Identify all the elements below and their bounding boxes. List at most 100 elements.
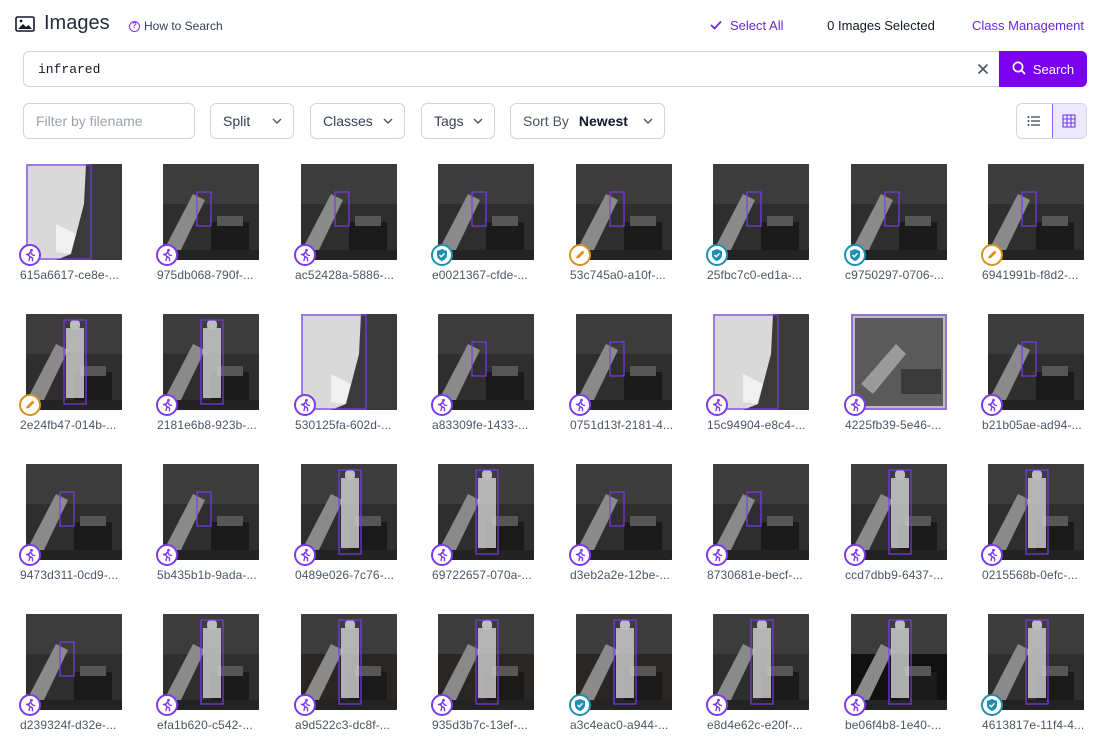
- running-person-icon: [431, 394, 453, 416]
- image-thumbnail[interactable]: [438, 314, 534, 410]
- image-thumbnail[interactable]: [576, 464, 672, 560]
- image-card[interactable]: ccd7dbb9-6437-...: [844, 450, 964, 590]
- pencil-icon: [981, 244, 1003, 266]
- list-view-button[interactable]: [1017, 104, 1052, 138]
- image-thumbnail[interactable]: [301, 464, 397, 560]
- image-card[interactable]: e8d4e62c-e20f-...: [706, 600, 826, 740]
- image-thumbnail[interactable]: [713, 314, 809, 410]
- image-card[interactable]: a9d522c3-dc8f-...: [294, 600, 414, 740]
- search-box: [23, 51, 1000, 87]
- image-thumbnail[interactable]: [988, 164, 1084, 260]
- image-card[interactable]: 15c94904-e8c4-...: [706, 300, 826, 440]
- image-thumbnail[interactable]: [26, 164, 122, 260]
- image-card[interactable]: 4613817e-11f4-4...: [981, 600, 1101, 740]
- split-dropdown[interactable]: Split: [210, 103, 294, 139]
- image-card[interactable]: d3eb2a2e-12be-...: [569, 450, 689, 590]
- image-thumbnail[interactable]: [301, 314, 397, 410]
- chevron-down-icon: [383, 118, 393, 124]
- grid-view-button[interactable]: [1051, 104, 1086, 138]
- image-thumbnail[interactable]: [713, 464, 809, 560]
- image-thumbnail[interactable]: [988, 614, 1084, 710]
- search-input[interactable]: [24, 52, 966, 86]
- image-card[interactable]: d239324f-d32e-...: [19, 600, 139, 740]
- image-filename: 975db068-790f-...: [157, 268, 254, 282]
- image-card[interactable]: 5b435b1b-9ada-...: [156, 450, 276, 590]
- image-thumbnail[interactable]: [163, 614, 259, 710]
- image-thumbnail[interactable]: [438, 614, 534, 710]
- image-card[interactable]: b21b05ae-ad94-...: [981, 300, 1101, 440]
- image-thumbnail[interactable]: [988, 464, 1084, 560]
- image-filename: 53c745a0-a10f-...: [570, 268, 666, 282]
- image-card[interactable]: 2e24fb47-014b-...: [19, 300, 139, 440]
- how-to-search-label: How to Search: [144, 19, 223, 33]
- search-button[interactable]: Search: [999, 51, 1087, 87]
- sort-dropdown[interactable]: Sort By Newest: [510, 103, 665, 139]
- image-thumbnail[interactable]: [576, 314, 672, 410]
- image-card[interactable]: ac52428a-5886-...: [294, 150, 414, 290]
- image-thumbnail[interactable]: [851, 614, 947, 710]
- image-card[interactable]: 69722657-070a-...: [431, 450, 551, 590]
- image-thumbnail[interactable]: [713, 164, 809, 260]
- shield-check-icon: [706, 244, 728, 266]
- image-card[interactable]: 2181e6b8-923b-...: [156, 300, 276, 440]
- image-thumbnail[interactable]: [26, 314, 122, 410]
- tags-label: Tags: [434, 113, 464, 129]
- image-card[interactable]: 53c745a0-a10f-...: [569, 150, 689, 290]
- image-thumbnail[interactable]: [988, 314, 1084, 410]
- image-thumbnail[interactable]: [26, 464, 122, 560]
- image-card[interactable]: 615a6617-ce8e-...: [19, 150, 139, 290]
- image-card[interactable]: efa1b620-c542-...: [156, 600, 276, 740]
- image-thumbnail[interactable]: [576, 164, 672, 260]
- image-filename: b21b05ae-ad94-...: [982, 418, 1082, 432]
- filename-filter-input[interactable]: [24, 104, 194, 138]
- image-card[interactable]: be06f4b8-1e40-...: [844, 600, 964, 740]
- image-card[interactable]: 8730681e-becf-...: [706, 450, 826, 590]
- image-card[interactable]: 935d3b7c-13ef-...: [431, 600, 551, 740]
- select-all-button[interactable]: Select All: [710, 18, 783, 33]
- image-thumbnail[interactable]: [438, 464, 534, 560]
- shield-check-icon: [569, 694, 591, 716]
- image-thumbnail[interactable]: [301, 614, 397, 710]
- question-icon: ?: [129, 20, 140, 32]
- image-thumbnail[interactable]: [851, 464, 947, 560]
- image-thumbnail[interactable]: [576, 614, 672, 710]
- clear-search-icon[interactable]: [966, 52, 1000, 86]
- image-card[interactable]: 25fbc7c0-ed1a-...: [706, 150, 826, 290]
- split-label: Split: [223, 113, 251, 129]
- image-card[interactable]: 9473d311-0cd9-...: [19, 450, 139, 590]
- image-thumbnail[interactable]: [851, 164, 947, 260]
- check-icon: [710, 18, 722, 33]
- image-thumbnail[interactable]: [26, 614, 122, 710]
- image-card[interactable]: a3c4eac0-a944-...: [569, 600, 689, 740]
- image-card[interactable]: 0751d13f-2181-4...: [569, 300, 689, 440]
- image-card[interactable]: 530125fa-602d-...: [294, 300, 414, 440]
- image-card[interactable]: 6941991b-f8d2-...: [981, 150, 1101, 290]
- image-filename: 25fbc7c0-ed1a-...: [707, 268, 803, 282]
- running-person-icon: [294, 694, 316, 716]
- image-card[interactable]: 0215568b-0efc-...: [981, 450, 1101, 590]
- image-card[interactable]: 975db068-790f-...: [156, 150, 276, 290]
- image-thumbnail[interactable]: [713, 614, 809, 710]
- class-management-link[interactable]: Class Management: [972, 18, 1084, 33]
- running-person-icon: [569, 544, 591, 566]
- image-filename: 0751d13f-2181-4...: [570, 418, 674, 432]
- image-filename: a9d522c3-dc8f-...: [295, 718, 391, 732]
- image-card[interactable]: c9750297-0706-...: [844, 150, 964, 290]
- image-thumbnail[interactable]: [163, 164, 259, 260]
- shield-check-icon: [431, 244, 453, 266]
- classes-dropdown[interactable]: Classes: [310, 103, 405, 139]
- image-thumbnail[interactable]: [438, 164, 534, 260]
- image-thumbnail[interactable]: [163, 314, 259, 410]
- running-person-icon: [19, 544, 41, 566]
- image-card[interactable]: 0489e026-7c76-...: [294, 450, 414, 590]
- tags-dropdown[interactable]: Tags: [421, 103, 495, 139]
- page-header: Images ? How to Search Select All 0 Imag…: [0, 0, 1118, 50]
- image-thumbnail[interactable]: [163, 464, 259, 560]
- search-icon: [1012, 61, 1026, 78]
- image-thumbnail[interactable]: [301, 164, 397, 260]
- image-card[interactable]: e0021367-cfde-...: [431, 150, 551, 290]
- how-to-search-link[interactable]: ? How to Search: [129, 19, 223, 33]
- image-thumbnail[interactable]: [851, 314, 947, 410]
- image-card[interactable]: a83309fe-1433-...: [431, 300, 551, 440]
- image-card[interactable]: 4225fb39-5e46-...: [844, 300, 964, 440]
